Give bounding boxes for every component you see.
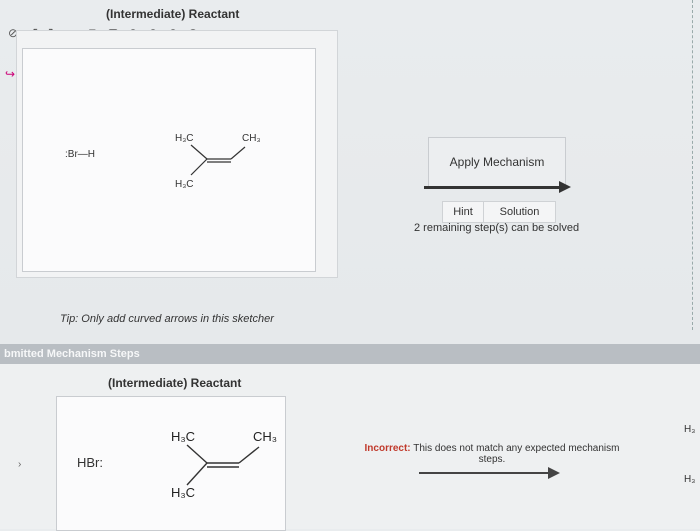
reaction-arrow-head	[559, 181, 571, 193]
feedback-message: Incorrect: This does not match any expec…	[352, 443, 632, 465]
submitted-reaction-arrow	[419, 472, 549, 474]
submitted-reaction-arrow-head	[548, 467, 560, 479]
apply-mechanism-button[interactable]: Apply Mechanism	[428, 137, 566, 187]
hint-solution-group: Hint Solution	[442, 201, 556, 223]
incorrect-label: Incorrect:	[364, 443, 411, 454]
solution-button[interactable]: Solution	[484, 202, 555, 222]
hbr-molecule-label: :Br—H	[65, 149, 95, 160]
tip-text: Tip: Only add curved arrows in this sket…	[60, 313, 274, 325]
right-fragment-label-1: H₃	[684, 424, 696, 435]
right-fragment-label-2: H₃	[684, 474, 696, 485]
incorrect-text: This does not match any expected mechani…	[413, 443, 620, 465]
submitted-step-title: (Intermediate) Reactant	[108, 376, 242, 390]
hint-button[interactable]: Hint	[443, 202, 484, 222]
remaining-steps-text: 2 remaining step(s) can be solved	[414, 222, 580, 234]
submitted-alkene-skeleton-icon	[186, 444, 260, 486]
chevron-right-icon[interactable]: ›	[18, 459, 21, 470]
submitted-hbr-label: HBr:	[77, 455, 103, 470]
sketch-canvas[interactable]: :Br—H H₃C CH₃ H₃C	[22, 48, 316, 272]
submitted-steps-bar: bmitted Mechanism Steps	[0, 344, 700, 364]
alkene-skeleton-icon	[190, 144, 246, 176]
reaction-arrow	[424, 186, 560, 189]
right-divider	[692, 0, 693, 330]
submitted-steps-title: bmitted Mechanism Steps	[4, 348, 140, 360]
top-panel-title: (Intermediate) Reactant	[106, 7, 240, 21]
